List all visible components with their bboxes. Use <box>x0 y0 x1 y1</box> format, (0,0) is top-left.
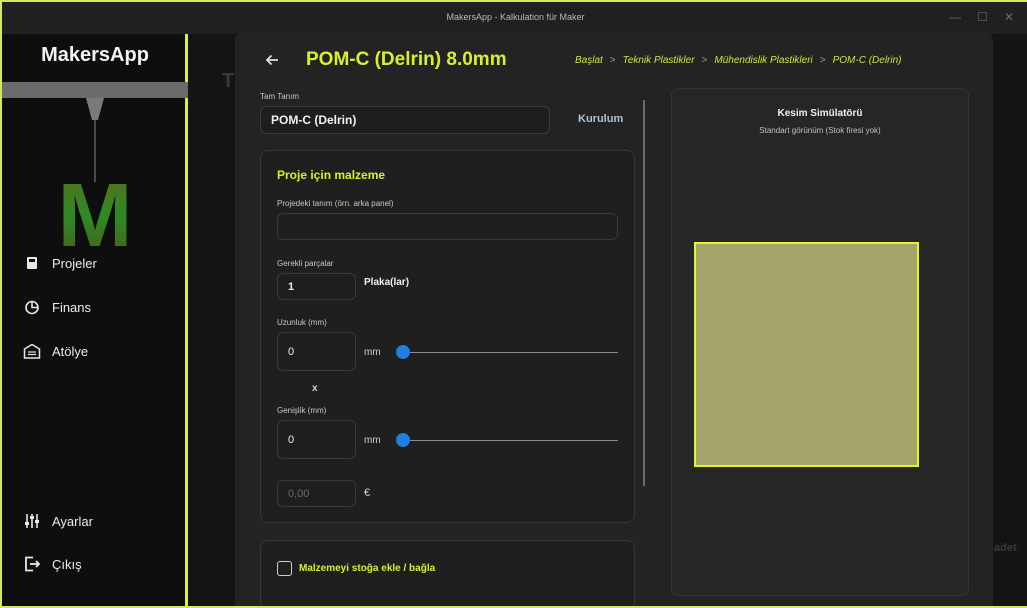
nav-ayarlar[interactable]: Ayarlar <box>22 510 93 532</box>
nav-label: Ayarlar <box>52 513 93 529</box>
parts-unit: Plaka(lar) <box>364 277 410 288</box>
nav-label: Çıkış <box>52 556 82 572</box>
length-unit: mm <box>364 347 381 358</box>
title-bar: MakersApp - Kalkulation für Maker — ☐ ✕ <box>2 2 1027 34</box>
full-name-label: Tam Tanım <box>260 92 299 101</box>
length-slider-thumb[interactable] <box>396 345 410 359</box>
simulator-subtitle: Standart görünüm (Stok firesi yok) <box>759 126 881 135</box>
back-button[interactable] <box>260 48 284 72</box>
stock-checkbox-label[interactable]: Malzemeyi stoğa ekle / bağla <box>299 563 435 574</box>
breadcrumb-item[interactable]: Başlat <box>575 55 603 66</box>
app-logo: M <box>2 82 188 266</box>
breadcrumb-separator: > <box>819 55 826 66</box>
simulator-title: Kesim Simülatörü <box>777 108 863 119</box>
width-unit: mm <box>364 435 381 446</box>
sidebar: MakersApp M Projeler Finans Atölye Ayarl… <box>2 34 188 606</box>
price-input[interactable]: 0,00 <box>277 480 356 507</box>
length-label: Uzunluk (mm) <box>277 318 327 327</box>
nav-label: Finans <box>52 299 92 315</box>
page-title: POM-C (Delrin) 8.0mm <box>306 49 507 70</box>
scroll-divider[interactable] <box>643 100 645 486</box>
breadcrumb-item[interactable]: POM-C (Delrin) <box>833 55 902 66</box>
logo-letter: M <box>58 166 133 250</box>
app-window: MakersApp - Kalkulation für Maker — ☐ ✕ … <box>0 0 1027 608</box>
arrow-left-icon <box>265 54 278 66</box>
project-desc-label: Projedeki tanım (örn. arka panel) <box>277 199 394 208</box>
stock-card <box>260 540 635 606</box>
length-input[interactable]: 0 <box>277 332 356 371</box>
width-slider-track[interactable] <box>403 440 618 441</box>
brand-logo-text: MakersApp <box>41 44 149 66</box>
length-slider-track[interactable] <box>403 352 618 353</box>
garage-icon <box>22 343 42 359</box>
nav-atolye[interactable]: Atölye <box>22 340 88 362</box>
minimize-button[interactable]: — <box>949 10 961 24</box>
parts-label: Gerekli parçalar <box>277 259 334 268</box>
section-title: Proje için malzeme <box>277 168 386 182</box>
breadcrumb: Başlat > Teknik Plastikler > Mühendislik… <box>575 55 901 66</box>
times-sign: x <box>312 383 318 394</box>
nav-label: Atölye <box>52 343 89 359</box>
nav-label: Projeler <box>52 255 97 271</box>
breadcrumb-separator: > <box>609 55 616 66</box>
stock-checkbox[interactable] <box>277 561 292 576</box>
nav-cikis[interactable]: Çıkış <box>22 553 82 575</box>
parts-input[interactable]: 1 <box>277 273 356 300</box>
background-heading: T <box>222 70 235 92</box>
sliders-icon <box>22 513 42 529</box>
breadcrumb-separator: > <box>701 55 708 66</box>
logo-graphic: M <box>2 82 188 266</box>
project-icon <box>22 256 42 270</box>
logout-icon <box>22 556 42 572</box>
setup-link[interactable]: Kurulum <box>578 113 623 125</box>
sheet-preview <box>694 242 919 467</box>
breadcrumb-item[interactable]: Mühendislik Plastikleri <box>714 55 812 66</box>
currency-symbol: € <box>364 487 371 499</box>
pie-chart-icon <box>22 299 42 315</box>
breadcrumb-item[interactable]: Teknik Plastikler <box>623 55 695 66</box>
nav-finans[interactable]: Finans <box>22 296 91 318</box>
window-title: MakersApp - Kalkulation für Maker <box>446 12 585 22</box>
width-label: Genişlik (mm) <box>277 406 327 415</box>
maximize-button[interactable]: ☐ <box>977 10 988 24</box>
project-desc-input[interactable] <box>277 213 618 240</box>
background-label: adet <box>994 542 1017 554</box>
nav-projeler[interactable]: Projeler <box>22 252 97 274</box>
full-name-field[interactable]: POM-C (Delrin) <box>260 106 550 134</box>
width-input[interactable]: 0 <box>277 420 356 459</box>
width-slider-thumb[interactable] <box>396 433 410 447</box>
close-button[interactable]: ✕ <box>1004 10 1014 24</box>
